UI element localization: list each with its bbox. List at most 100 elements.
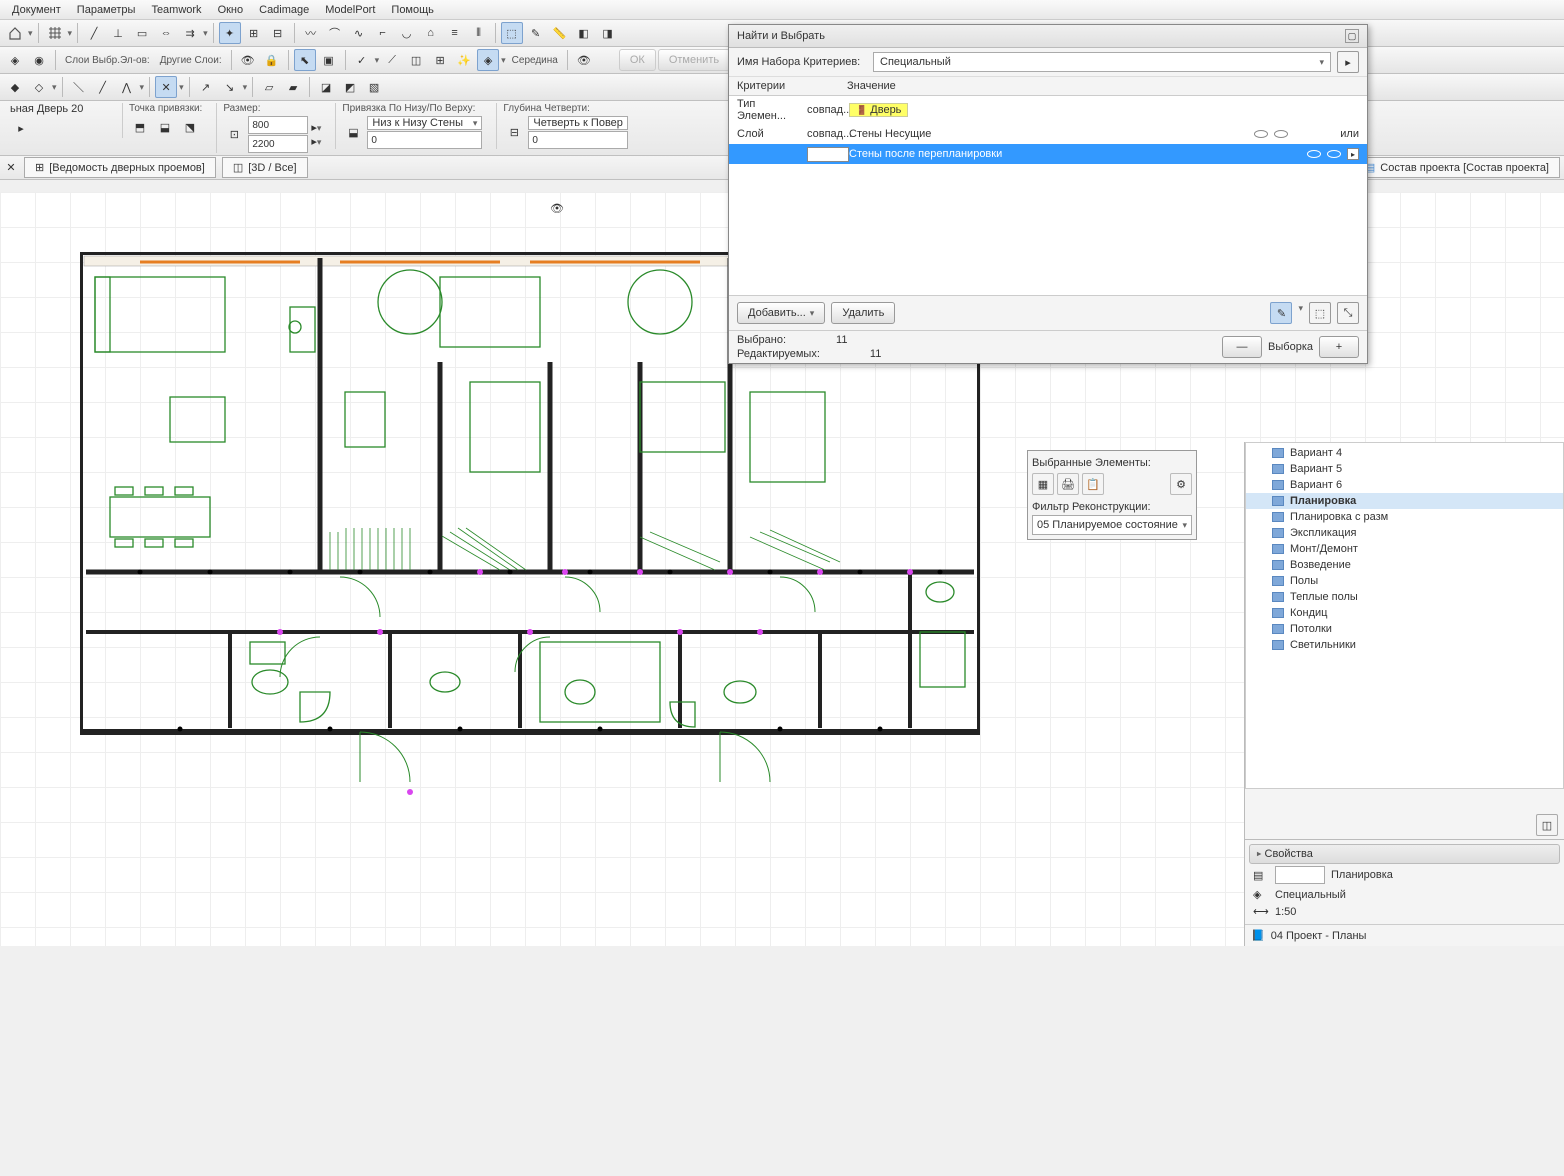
settings-icon[interactable]: ⚙ <box>1170 473 1192 495</box>
menu-help[interactable]: Помощь <box>383 2 442 18</box>
axis-icon[interactable]: ✕ <box>155 76 177 98</box>
snap-opt3[interactable]: ⬔ <box>179 116 201 138</box>
nav-item[interactable]: Полы <box>1246 573 1563 589</box>
render2-icon[interactable]: ◨ <box>597 22 619 44</box>
menu-document[interactable]: Документ <box>4 2 69 18</box>
check-icon[interactable]: ✓ <box>351 49 373 71</box>
axis-dropdown[interactable] <box>179 81 184 93</box>
anchor-val-input[interactable] <box>367 131 482 149</box>
draw-edge-icon[interactable]: ⋀ <box>116 76 138 98</box>
close-icon[interactable]: ▢ <box>1345 29 1359 43</box>
section-icon[interactable]: ⊞ <box>429 49 451 71</box>
criteria-set-select[interactable]: Специальный <box>873 52 1331 72</box>
edit-icon[interactable]: ✎ <box>525 22 547 44</box>
view-eye-icon[interactable]: 👁 <box>550 202 570 212</box>
snap-opt1[interactable]: ⬒ <box>129 116 151 138</box>
nav-item[interactable]: Кондиц <box>1246 605 1563 621</box>
element-icon[interactable]: ▸ <box>10 117 32 139</box>
nav-item[interactable]: Вариант 5 <box>1246 461 1563 477</box>
criteria-row-type[interactable]: Тип Элемен... совпад... 🚪 Дверь <box>729 96 1367 124</box>
grid-dropdown[interactable] <box>68 27 73 39</box>
navigator-tree[interactable]: Вариант 4 Вариант 5 Вариант 6 Планировка… <box>1245 442 1564 789</box>
layer-lock-icon[interactable]: 🔒 <box>261 49 283 71</box>
w-arrow[interactable]: ▸ <box>311 121 321 134</box>
nav-item[interactable]: Теплые полы <box>1246 589 1563 605</box>
fav-a-icon[interactable]: ◆ <box>4 76 26 98</box>
tool-perp-icon[interactable]: ⊥ <box>107 22 129 44</box>
anchor-select[interactable]: Низ к Низу Стены <box>367 116 482 130</box>
snap-opt2[interactable]: ⬓ <box>154 116 176 138</box>
arc2-icon[interactable]: ◡ <box>396 22 418 44</box>
tab-schedule[interactable]: ⊞[Ведомость дверных проемов] <box>24 157 216 178</box>
nav-item[interactable]: Возведение <box>1246 557 1563 573</box>
arrow-tool-icon[interactable]: ⬉ <box>294 49 316 71</box>
tool-dims-icon[interactable]: ⇔ <box>155 22 177 44</box>
surf-a-icon[interactable]: ▱ <box>258 76 280 98</box>
eye-icon-4[interactable] <box>1327 150 1341 158</box>
nav-item[interactable]: Светильники <box>1246 637 1563 653</box>
print-icon[interactable]: 🖨 <box>1057 473 1079 495</box>
prop-id-input[interactable] <box>1275 866 1325 884</box>
tool-snap-a-icon[interactable]: ✦ <box>219 22 241 44</box>
dist-icon[interactable]: ⫴ <box>468 22 490 44</box>
vol-b-icon[interactable]: ◩ <box>339 76 361 98</box>
region-tool-icon[interactable]: ▣ <box>318 49 340 71</box>
row-arrow-icon[interactable]: ▸ <box>1347 148 1359 160</box>
vec-a-icon[interactable]: ↗ <box>195 76 217 98</box>
expand-icon[interactable]: ⤡ <box>1337 302 1359 324</box>
arc-icon[interactable]: ⌒ <box>324 22 346 44</box>
nav-item[interactable]: Вариант 4 <box>1246 445 1563 461</box>
add-button[interactable]: Добавить... <box>737 302 825 324</box>
snapline-icon[interactable]: ⟋ <box>381 49 403 71</box>
draw-dropdown[interactable] <box>140 81 145 93</box>
menu-teamwork[interactable]: Teamwork <box>143 2 209 18</box>
home-dropdown[interactable] <box>28 27 33 39</box>
properties-header[interactable]: Свойства <box>1249 844 1560 864</box>
measure-icon[interactable]: 📏 <box>549 22 571 44</box>
align-icon[interactable]: ≡ <box>444 22 466 44</box>
tool-offset-icon[interactable]: ⇉ <box>179 22 201 44</box>
height-input[interactable] <box>248 135 308 153</box>
width-input[interactable] <box>248 116 308 134</box>
criteria-menu-icon[interactable]: ▸ <box>1337 51 1359 73</box>
eye-icon[interactable] <box>1254 130 1268 138</box>
nav-item[interactable]: Потолки <box>1246 621 1563 637</box>
vec-b-icon[interactable]: ↘ <box>219 76 241 98</box>
tool-offset-dropdown[interactable] <box>203 27 208 39</box>
delete-button[interactable]: Удалить <box>831 302 895 324</box>
clipboard-icon[interactable]: 📋 <box>1082 473 1104 495</box>
vol-c-icon[interactable]: ▧ <box>363 76 385 98</box>
h-arrow[interactable]: ▸ <box>311 135 321 148</box>
marquee-mode-icon[interactable]: ⬚ <box>1309 302 1331 324</box>
guidewall-icon[interactable]: ◫ <box>405 49 427 71</box>
vec-dropdown[interactable] <box>243 81 248 93</box>
nav-item[interactable]: Вариант 6 <box>1246 477 1563 493</box>
check-dropdown[interactable] <box>375 54 380 66</box>
tool-snap-b-icon[interactable]: ⊞ <box>243 22 265 44</box>
criteria-row-layer1[interactable]: Слой совпад... Стены Несущие или <box>729 124 1367 144</box>
draw-line-icon[interactable]: ＼ <box>68 76 90 98</box>
tool-rect-icon[interactable]: ▭ <box>131 22 153 44</box>
menu-window[interactable]: Окно <box>210 2 252 18</box>
nav-item[interactable]: Экспликация <box>1246 525 1563 541</box>
curve-icon[interactable]: 〰 <box>300 22 322 44</box>
draw-seg-icon[interactable]: ╱ <box>92 76 114 98</box>
nav-item[interactable]: Планировка с разм <box>1246 509 1563 525</box>
view-icon[interactable]: 👁 <box>573 49 595 71</box>
tool-snap-c-icon[interactable]: ⊟ <box>267 22 289 44</box>
menu-params[interactable]: Параметры <box>69 2 144 18</box>
cancel-button[interactable]: Отменить <box>658 49 730 71</box>
pencil-mode-icon[interactable]: ✎ <box>1270 302 1292 324</box>
menu-modelport[interactable]: ModelPort <box>317 2 383 18</box>
home-icon[interactable] <box>4 22 26 44</box>
spline-icon[interactable]: ∿ <box>348 22 370 44</box>
tab-project[interactable]: ▤Состав проекта [Состав проекта] <box>1354 157 1560 178</box>
eye-icon-3[interactable] <box>1307 150 1321 158</box>
quarter-select[interactable]: Четверть к Повер <box>528 116 628 130</box>
magic-icon[interactable]: ✨ <box>453 49 475 71</box>
tool-line-icon[interactable]: ╱ <box>83 22 105 44</box>
trace-dropdown[interactable] <box>501 54 506 66</box>
plus-button[interactable]: + <box>1319 336 1359 358</box>
quarter-val-input[interactable] <box>528 131 628 149</box>
render-icon[interactable]: ◧ <box>573 22 595 44</box>
